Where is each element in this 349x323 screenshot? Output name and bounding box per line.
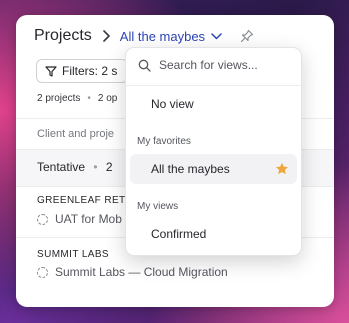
open-count: 2 op: [97, 93, 118, 104]
client-name: SUMMIT LABS: [37, 249, 110, 260]
column-header-client-project: Client and proje: [37, 128, 115, 140]
view-search: [138, 58, 289, 72]
section-my-views: My views: [137, 201, 179, 212]
star-icon[interactable]: [275, 162, 289, 178]
section-my-favorites: My favorites: [137, 136, 191, 147]
project-name: UAT for Mob: [55, 212, 122, 226]
view-search-input[interactable]: [159, 58, 289, 72]
chevron-down-icon: [211, 32, 222, 40]
summary-row: 2 projects • 2 op: [37, 93, 117, 104]
view-option-no-view[interactable]: No view: [130, 89, 297, 119]
status-pending-icon: [37, 266, 48, 278]
dropdown-divider: [126, 85, 301, 86]
view-selector[interactable]: All the maybes: [120, 29, 222, 44]
view-option-label: No view: [151, 97, 194, 111]
view-option-label: All the maybes: [151, 162, 230, 176]
filters-button[interactable]: Filters: 2 s: [36, 59, 129, 83]
breadcrumb-projects[interactable]: Projects: [34, 27, 92, 45]
view-dropdown-menu: No view My favorites All the maybes My v…: [125, 47, 302, 256]
filters-row: Filters: 2 s: [36, 59, 129, 83]
separator-dot: •: [87, 93, 91, 104]
view-selector-label: All the maybes: [119, 28, 206, 44]
project-row[interactable]: UAT for Mob: [37, 212, 122, 226]
chevron-right-icon: [102, 30, 110, 42]
status-pending-icon: [37, 213, 48, 225]
search-icon: [138, 59, 151, 72]
pin-icon[interactable]: [240, 29, 254, 43]
view-option-label: Confirmed: [151, 227, 207, 241]
client-name: GREENLEAF RETA: [37, 195, 132, 206]
section-name: Tentative: [37, 160, 86, 174]
filter-icon: [45, 65, 57, 77]
section-count: 2: [105, 160, 113, 174]
view-option-all-the-maybes[interactable]: All the maybes: [130, 154, 297, 184]
project-name: Summit Labs — Cloud Migration: [55, 265, 228, 279]
project-row[interactable]: Summit Labs — Cloud Migration: [37, 265, 228, 279]
projects-count: 2 projects: [37, 93, 81, 104]
filters-label: Filters: 2 s: [62, 64, 118, 78]
view-option-confirmed[interactable]: Confirmed: [130, 219, 297, 249]
separator-dot: •: [93, 160, 98, 174]
